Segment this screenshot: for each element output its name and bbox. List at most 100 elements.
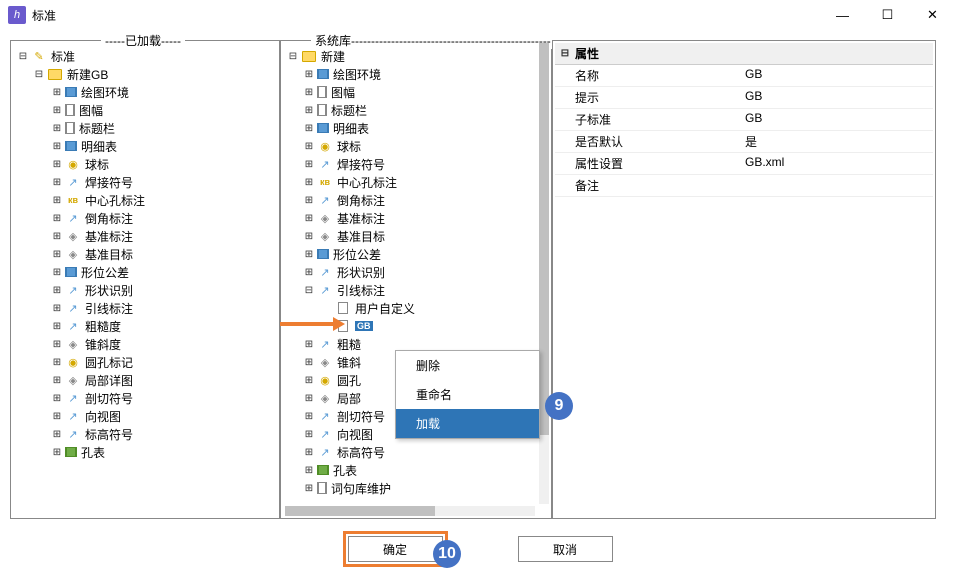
- expander-icon[interactable]: [303, 464, 315, 476]
- expander-icon[interactable]: [303, 392, 315, 404]
- expander-icon[interactable]: [51, 302, 63, 314]
- tree-item[interactable]: 明细表: [285, 119, 547, 137]
- expander-icon[interactable]: [303, 248, 315, 260]
- expander-icon[interactable]: [287, 50, 299, 62]
- tree-item[interactable]: 孔表: [285, 461, 547, 479]
- properties-header[interactable]: 属性: [555, 43, 933, 65]
- expander-icon[interactable]: [51, 230, 63, 242]
- expander-icon[interactable]: [51, 356, 63, 368]
- expander-icon[interactable]: [51, 140, 63, 152]
- tree-item[interactable]: 孔表: [15, 443, 275, 461]
- expander-icon[interactable]: [51, 194, 63, 206]
- expander-icon[interactable]: [303, 482, 315, 494]
- expander-icon[interactable]: [51, 284, 63, 296]
- expander-icon[interactable]: [51, 446, 63, 458]
- expander-icon[interactable]: [303, 140, 315, 152]
- tree-item[interactable]: ◉ 圆孔标记: [15, 353, 275, 371]
- expander-icon[interactable]: [51, 176, 63, 188]
- tree-item[interactable]: 标题栏: [285, 101, 547, 119]
- menu-item-重命名[interactable]: 重命名: [396, 380, 539, 409]
- expander-icon[interactable]: [303, 446, 315, 458]
- tree-item[interactable]: 词句库维护: [285, 479, 547, 497]
- expander-icon[interactable]: [303, 122, 315, 134]
- tree-item[interactable]: 绘图环境: [15, 83, 275, 101]
- property-row[interactable]: 属性设置 GB.xml: [555, 153, 933, 175]
- tree-item-user-custom[interactable]: 用户自定义: [285, 299, 547, 317]
- menu-item-删除[interactable]: 删除: [396, 351, 539, 380]
- expander-icon[interactable]: [51, 122, 63, 134]
- expander-icon[interactable]: [51, 104, 63, 116]
- tree-item[interactable]: ↗ 标高符号: [285, 443, 547, 461]
- property-row[interactable]: 子标准 GB: [555, 109, 933, 131]
- tree-item[interactable]: 标题栏: [15, 119, 275, 137]
- menu-item-加载[interactable]: 加载: [396, 409, 539, 438]
- tree-item[interactable]: ◈ 基准目标: [285, 227, 547, 245]
- property-row[interactable]: 名称 GB: [555, 65, 933, 87]
- expander-icon[interactable]: [51, 410, 63, 422]
- tree-item[interactable]: ↗ 标高符号: [15, 425, 275, 443]
- expander-icon[interactable]: [303, 230, 315, 242]
- expander-icon[interactable]: [303, 284, 315, 296]
- expander-icon[interactable]: [51, 428, 63, 440]
- tree-item[interactable]: ◈ 基准标注: [285, 209, 547, 227]
- tree-item[interactable]: ◉ 球标: [15, 155, 275, 173]
- tree-item[interactable]: ◈ 基准标注: [15, 227, 275, 245]
- expander-icon[interactable]: [303, 356, 315, 368]
- expander-icon[interactable]: [51, 266, 63, 278]
- tree-root[interactable]: 新建: [285, 47, 547, 65]
- minimize-button[interactable]: —: [820, 0, 865, 30]
- expander-icon[interactable]: [303, 194, 315, 206]
- tree-item[interactable]: 图幅: [15, 101, 275, 119]
- expander-icon[interactable]: [303, 410, 315, 422]
- tree-item[interactable]: 图幅: [285, 83, 547, 101]
- tree-item[interactable]: ↗ 倒角标注: [15, 209, 275, 227]
- expander-icon[interactable]: [51, 248, 63, 260]
- expander-icon[interactable]: [303, 86, 315, 98]
- expander-icon[interactable]: [51, 338, 63, 350]
- scrollbar-vertical[interactable]: [539, 43, 549, 504]
- expander-icon[interactable]: [51, 158, 63, 170]
- property-row[interactable]: 提示 GB: [555, 87, 933, 109]
- tree-item[interactable]: ↗ 倒角标注: [285, 191, 547, 209]
- tree-item[interactable]: ↗ 粗糙度: [15, 317, 275, 335]
- tree-item[interactable]: ↗ 焊接符号: [285, 155, 547, 173]
- expander-icon[interactable]: [303, 428, 315, 440]
- expander-icon[interactable]: [17, 50, 29, 62]
- tree-item[interactable]: 形位公差: [285, 245, 547, 263]
- expander-icon[interactable]: [51, 320, 63, 332]
- tree-item[interactable]: кв 中心孔标注: [15, 191, 275, 209]
- expander-icon[interactable]: [303, 212, 315, 224]
- loaded-tree[interactable]: ✎ 标准 新建GB 绘图环境 图幅 标题栏 明细表 ◉ 球标: [11, 41, 279, 467]
- expander-icon[interactable]: [51, 86, 63, 98]
- tree-item[interactable]: ◈ 局部详图: [15, 371, 275, 389]
- tree-item[interactable]: 明细表: [15, 137, 275, 155]
- expander-icon[interactable]: [303, 338, 315, 350]
- expander-icon[interactable]: [51, 374, 63, 386]
- expander-icon[interactable]: [559, 48, 571, 60]
- tree-item[interactable]: кв 中心孔标注: [285, 173, 547, 191]
- tree-sub[interactable]: 新建GB: [15, 65, 275, 83]
- tree-item[interactable]: ↗ 形状识别: [285, 263, 547, 281]
- expander-icon[interactable]: [303, 374, 315, 386]
- ok-button[interactable]: 确定: [348, 536, 443, 562]
- tree-item[interactable]: ↗ 剖切符号: [15, 389, 275, 407]
- expander-icon[interactable]: [303, 68, 315, 80]
- maximize-button[interactable]: ☐: [865, 0, 910, 30]
- tree-item[interactable]: ◈ 锥斜度: [15, 335, 275, 353]
- tree-item[interactable]: ↗ 焊接符号: [15, 173, 275, 191]
- system-tree[interactable]: 新建 绘图环境 图幅 标题栏 明细表 ◉ 球标 ↗ 焊接符号 кв 中心孔标注 …: [281, 41, 551, 518]
- tree-item[interactable]: ◉ 球标: [285, 137, 547, 155]
- expander-icon[interactable]: [51, 392, 63, 404]
- cancel-button[interactable]: 取消: [518, 536, 613, 562]
- tree-item[interactable]: ↗ 引线标注: [15, 299, 275, 317]
- scrollbar-horizontal[interactable]: [285, 506, 535, 516]
- tree-item-gb-selected[interactable]: GB: [285, 317, 547, 335]
- tree-item[interactable]: 形位公差: [15, 263, 275, 281]
- expander-icon[interactable]: [303, 158, 315, 170]
- property-row[interactable]: 是否默认 是: [555, 131, 933, 153]
- property-row[interactable]: 备注: [555, 175, 933, 197]
- tree-item[interactable]: ↗ 向视图: [15, 407, 275, 425]
- expander-icon[interactable]: [303, 266, 315, 278]
- expander-icon[interactable]: [303, 176, 315, 188]
- expander-icon[interactable]: [303, 104, 315, 116]
